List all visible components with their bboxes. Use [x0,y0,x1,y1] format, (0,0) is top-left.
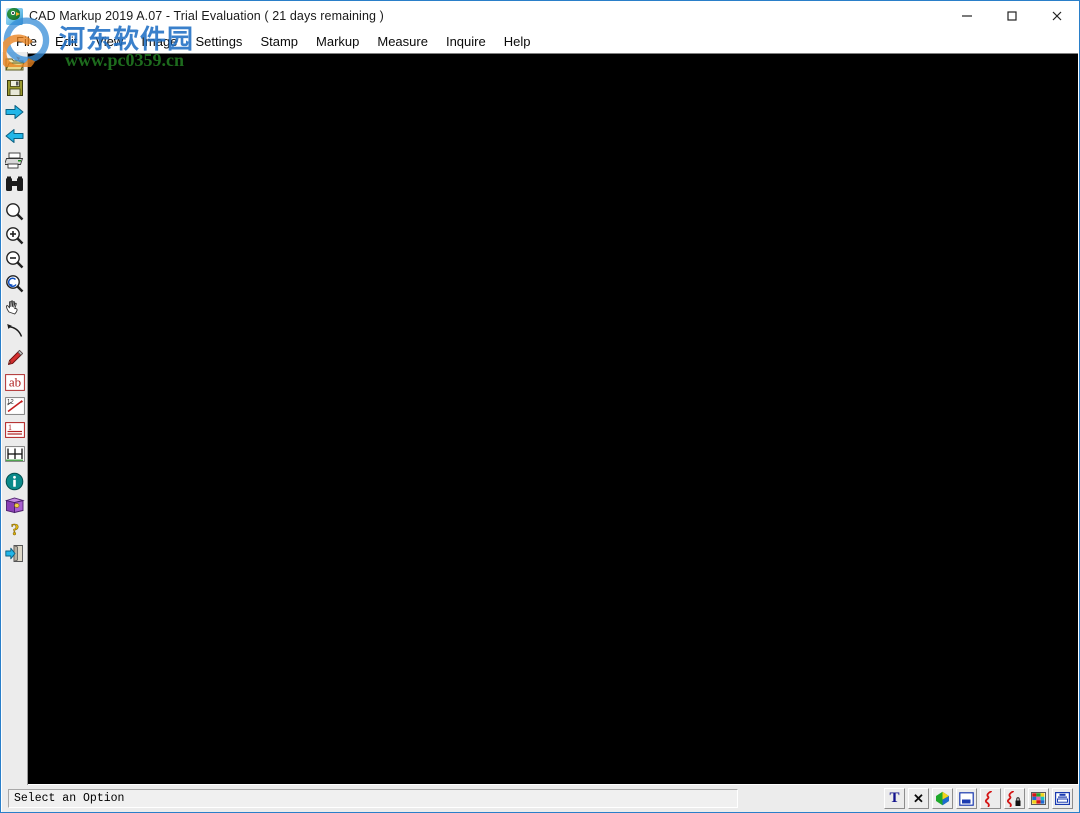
undo-button[interactable] [2,319,27,343]
open-folder-button[interactable] [2,52,27,76]
pencil-markup-button[interactable] [2,346,27,370]
close-button[interactable] [1034,1,1079,30]
svg-text:ab: ab [8,374,20,389]
pencil-icon [8,349,24,365]
maximize-button[interactable] [989,1,1034,30]
menu-item-image[interactable]: Image [132,31,186,52]
lightning-lock-icon [1007,790,1021,807]
scanner-status-button[interactable] [1052,788,1073,809]
calibrate-button[interactable] [2,442,27,466]
print-button[interactable] [2,148,27,172]
info-button[interactable] [2,469,27,493]
zoom-in-icon [6,226,24,244]
pan-button[interactable] [2,295,27,319]
menu-bar: File Edit View Image Settings Stamp Mark… [1,31,1079,52]
menu-item-edit[interactable]: Edit [46,31,86,52]
lightning-status-button[interactable] [980,788,1001,809]
menu-item-view[interactable]: View [86,31,132,52]
markup-line-icon: 1 [4,422,25,438]
text-tool-status-button[interactable]: T [884,788,905,809]
text-tool-icon: T [889,790,900,806]
next-arrow-icon [5,105,24,119]
print-icon [4,152,23,168]
title-bar: CAD Markup 2019 A.07 - Trial Evaluation … [1,1,1079,31]
zoom-window-button[interactable] [2,199,27,223]
zoom-in-button[interactable] [2,223,27,247]
status-message-field: Select an Option [8,789,738,808]
previous-button[interactable] [2,124,27,148]
zoom-out-button[interactable] [2,247,27,271]
shape-3d-status-button[interactable] [932,788,953,809]
menu-item-settings[interactable]: Settings [186,31,251,52]
parrot-beak [16,11,20,16]
parrot-eye [11,10,15,15]
zoom-previous-icon [6,274,24,292]
manual-button[interactable] [2,493,27,517]
text-tool-button[interactable]: ab [2,370,27,394]
pan-hand-icon [6,299,18,314]
measure-distance-button[interactable]: 12 [2,394,27,418]
minimize-icon [961,14,972,17]
color-palette-icon [1031,792,1046,805]
save-disk-icon [6,80,23,96]
3d-shape-icon [936,791,949,806]
svg-text:1: 1 [8,423,12,432]
minimize-button[interactable] [944,1,989,30]
delete-x-icon: ✕ [913,791,924,806]
save-button[interactable] [2,76,27,100]
open-folder-icon [4,56,25,71]
status-tool-group: T ✕ [884,788,1073,809]
drawing-canvas[interactable] [28,53,1078,784]
zoom-previous-button[interactable] [2,271,27,295]
window-layout-icon [959,791,974,806]
question-help-icon: ? [10,520,19,539]
svg-text:?: ? [10,520,19,539]
parrot-app-icon[interactable] [6,7,23,25]
delete-status-button[interactable]: ✕ [908,788,929,809]
close-icon [1052,11,1061,20]
zoom-out-icon [6,250,24,268]
window-layout-status-button[interactable] [956,788,977,809]
left-toolbar: ab 12 1 [2,52,28,785]
exit-door-icon [4,544,23,562]
color-palette-status-button[interactable] [1028,788,1049,809]
measure-distance-icon: 12 [4,397,25,415]
menu-item-markup[interactable]: Markup [307,31,368,52]
application-window: CAD Markup 2019 A.07 - Trial Evaluation … [0,0,1080,813]
text-ab-icon: ab [4,373,25,391]
menu-item-measure[interactable]: Measure [368,31,437,52]
status-message: Select an Option [14,792,125,805]
binoculars-icon [6,176,23,191]
scanner-icon [1055,792,1070,805]
find-button[interactable] [2,172,27,196]
menu-item-file[interactable]: File [7,31,46,52]
calibrate-icon [4,446,25,462]
lightning-lock-status-button[interactable] [1004,788,1025,809]
next-button[interactable] [2,100,27,124]
menu-item-stamp[interactable]: Stamp [251,31,307,52]
menu-item-inquire[interactable]: Inquire [437,31,495,52]
menu-item-help[interactable]: Help [495,31,540,52]
help-button[interactable]: ? [2,517,27,541]
book-icon [4,497,25,513]
window-title: CAD Markup 2019 A.07 - Trial Evaluation … [29,9,384,23]
zoom-window-icon [6,202,24,220]
window-controls [944,1,1079,30]
undo-arrow-icon [6,323,22,337]
info-icon [5,472,24,490]
markup-line-button[interactable]: 1 [2,418,27,442]
status-bar: Select an Option T ✕ [2,785,1079,812]
maximize-icon [1006,10,1017,21]
lightning-red-icon [984,790,992,807]
previous-arrow-icon [5,129,24,143]
exit-button[interactable] [2,541,27,565]
